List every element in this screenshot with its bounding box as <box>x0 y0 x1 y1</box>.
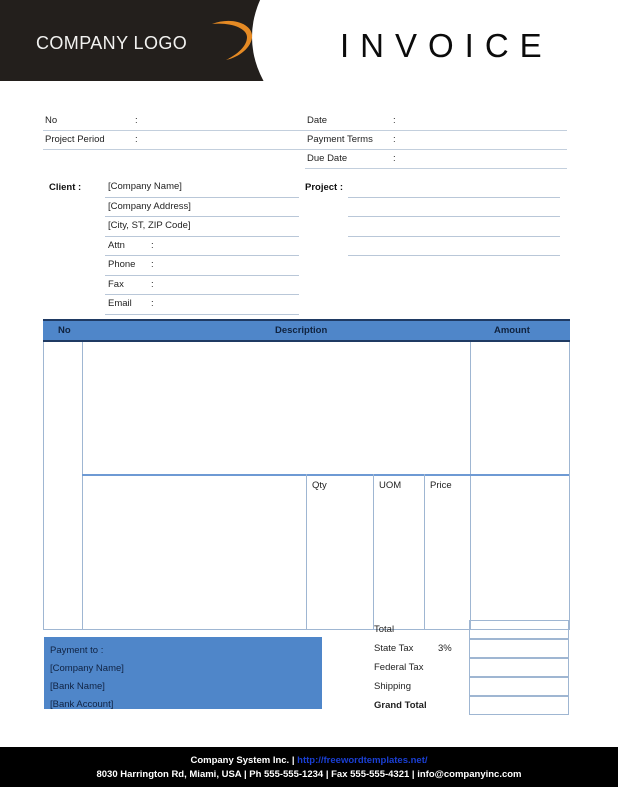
payment-company-name: [Company Name] <box>50 663 124 674</box>
totals-value-federal-tax[interactable] <box>469 658 569 677</box>
totals-label-grand-total: Grand Total <box>374 700 427 711</box>
payment-to-label: Payment to : <box>50 645 104 656</box>
swoosh-arc-icon <box>212 20 253 60</box>
totals-row-total: Total <box>371 620 570 639</box>
meta-column-right: Date : Payment Terms : Due Date : <box>305 112 567 169</box>
client-email-colon: : <box>151 298 154 309</box>
items-table-header: No Description Amount <box>43 319 570 342</box>
project-row-2[interactable] <box>348 198 560 217</box>
payment-bank-name: [Bank Name] <box>50 681 105 692</box>
client-attn-label: Attn <box>108 239 125 251</box>
client-row-attn[interactable]: Attn : <box>105 237 299 256</box>
client-company-address: [Company Address] <box>108 200 191 212</box>
table-divider-amount <box>470 342 471 629</box>
meta-colon-no: : <box>135 115 138 126</box>
client-fax-colon: : <box>151 278 154 290</box>
project-row-3[interactable] <box>348 217 560 237</box>
project-label: Project : <box>305 182 344 193</box>
totals-pct-state-tax: 3% <box>438 643 452 654</box>
table-divider-price <box>424 474 425 629</box>
project-row-1[interactable] <box>348 178 560 198</box>
client-phone-colon: : <box>151 259 154 270</box>
totals-section: Total State Tax 3% Federal Tax Shipping … <box>371 620 570 715</box>
column-header-no: No <box>58 325 71 336</box>
table-divider-qty <box>306 474 307 629</box>
items-table-body[interactable]: Qty UOM Price <box>43 342 570 630</box>
items-table: No Description Amount Qty UOM Price <box>43 319 570 630</box>
footer-line-1: Company System Inc. | http://freewordtem… <box>0 754 618 768</box>
column-header-amount: Amount <box>494 325 530 336</box>
page-title: INVOICE <box>340 27 553 64</box>
meta-colon-due-date: : <box>393 153 396 164</box>
meta-row-project-period[interactable]: Project Period : <box>43 131 305 150</box>
client-row-email[interactable]: Email : <box>105 295 299 315</box>
client-fields: [Company Name] [Company Address] [City, … <box>105 178 299 315</box>
totals-label-state-tax: State Tax <box>374 643 414 654</box>
meta-colon-date: : <box>393 115 396 126</box>
invoice-page: COMPANY LOGO INVOICE No : Project Period… <box>0 0 618 800</box>
footer-company: Company System Inc. | <box>190 755 298 766</box>
totals-row-federal-tax: Federal Tax <box>371 658 570 677</box>
invoice-meta: No : Project Period : Date : Payment Ter… <box>43 112 570 169</box>
totals-value-shipping[interactable] <box>469 677 569 696</box>
company-logo: COMPANY LOGO <box>36 28 187 58</box>
totals-value-state-tax[interactable] <box>469 639 569 658</box>
totals-label-federal-tax: Federal Tax <box>374 662 424 673</box>
totals-value-grand-total[interactable] <box>469 696 569 715</box>
client-company-name: [Company Name] <box>108 181 182 192</box>
meta-row-no[interactable]: No : <box>43 112 305 131</box>
subcolumn-header-qty: Qty <box>312 480 327 491</box>
company-logo-text: COMPANY LOGO <box>36 32 188 53</box>
totals-row-grand-total: Grand Total <box>371 696 570 715</box>
totals-label-total: Total <box>374 624 395 635</box>
client-label: Client : <box>49 182 82 193</box>
client-row-fax[interactable]: Fax : <box>105 276 299 295</box>
meta-column-left: No : Project Period : <box>43 112 305 168</box>
meta-row-spacer <box>43 150 305 168</box>
table-divider-uom <box>373 474 374 629</box>
project-fields <box>348 178 560 256</box>
payment-details-box[interactable]: Payment to : [Company Name] [Bank Name] … <box>44 637 322 710</box>
meta-row-payment-terms[interactable]: Payment Terms : <box>305 131 567 150</box>
meta-label-due-date: Due Date <box>307 153 348 164</box>
meta-row-date[interactable]: Date : <box>305 112 567 131</box>
totals-row-state-tax: State Tax 3% <box>371 639 570 658</box>
meta-colon-project-period: : <box>135 134 138 145</box>
totals-row-shipping: Shipping <box>371 677 570 696</box>
payment-bank-account: [Bank Account] <box>50 699 114 710</box>
meta-label-date: Date <box>307 115 328 126</box>
client-city-state-zip: [City, ST, ZIP Code] <box>108 220 191 231</box>
totals-value-total[interactable] <box>469 620 569 639</box>
client-row-city-state-zip[interactable]: [City, ST, ZIP Code] <box>105 217 299 237</box>
meta-label-project-period: Project Period <box>45 134 105 145</box>
client-row-company-address[interactable]: [Company Address] <box>105 198 299 217</box>
subcolumn-header-uom: UOM <box>379 480 402 491</box>
client-row-phone[interactable]: Phone : <box>105 256 299 276</box>
footer-website-link[interactable]: http://freewordtemplates.net/ <box>297 755 427 766</box>
meta-label-no: No <box>45 115 58 126</box>
client-phone-label: Phone <box>108 259 136 270</box>
table-divider-no <box>82 342 83 629</box>
page-footer: Company System Inc. | http://freewordtem… <box>0 747 618 787</box>
column-header-description: Description <box>275 325 328 336</box>
meta-row-due-date[interactable]: Due Date : <box>305 150 567 169</box>
totals-label-shipping: Shipping <box>374 681 411 692</box>
project-row-4[interactable] <box>348 237 560 256</box>
meta-label-payment-terms: Payment Terms <box>307 134 373 145</box>
client-email-label: Email <box>108 298 132 309</box>
subcolumn-header-price: Price <box>430 480 452 491</box>
client-attn-colon: : <box>151 239 154 251</box>
meta-colon-payment-terms: : <box>393 134 396 145</box>
client-fax-label: Fax <box>108 278 124 290</box>
footer-line-2: 8030 Harrington Rd, Miami, USA | Ph 555-… <box>96 769 522 780</box>
client-row-company-name[interactable]: [Company Name] <box>105 178 299 198</box>
